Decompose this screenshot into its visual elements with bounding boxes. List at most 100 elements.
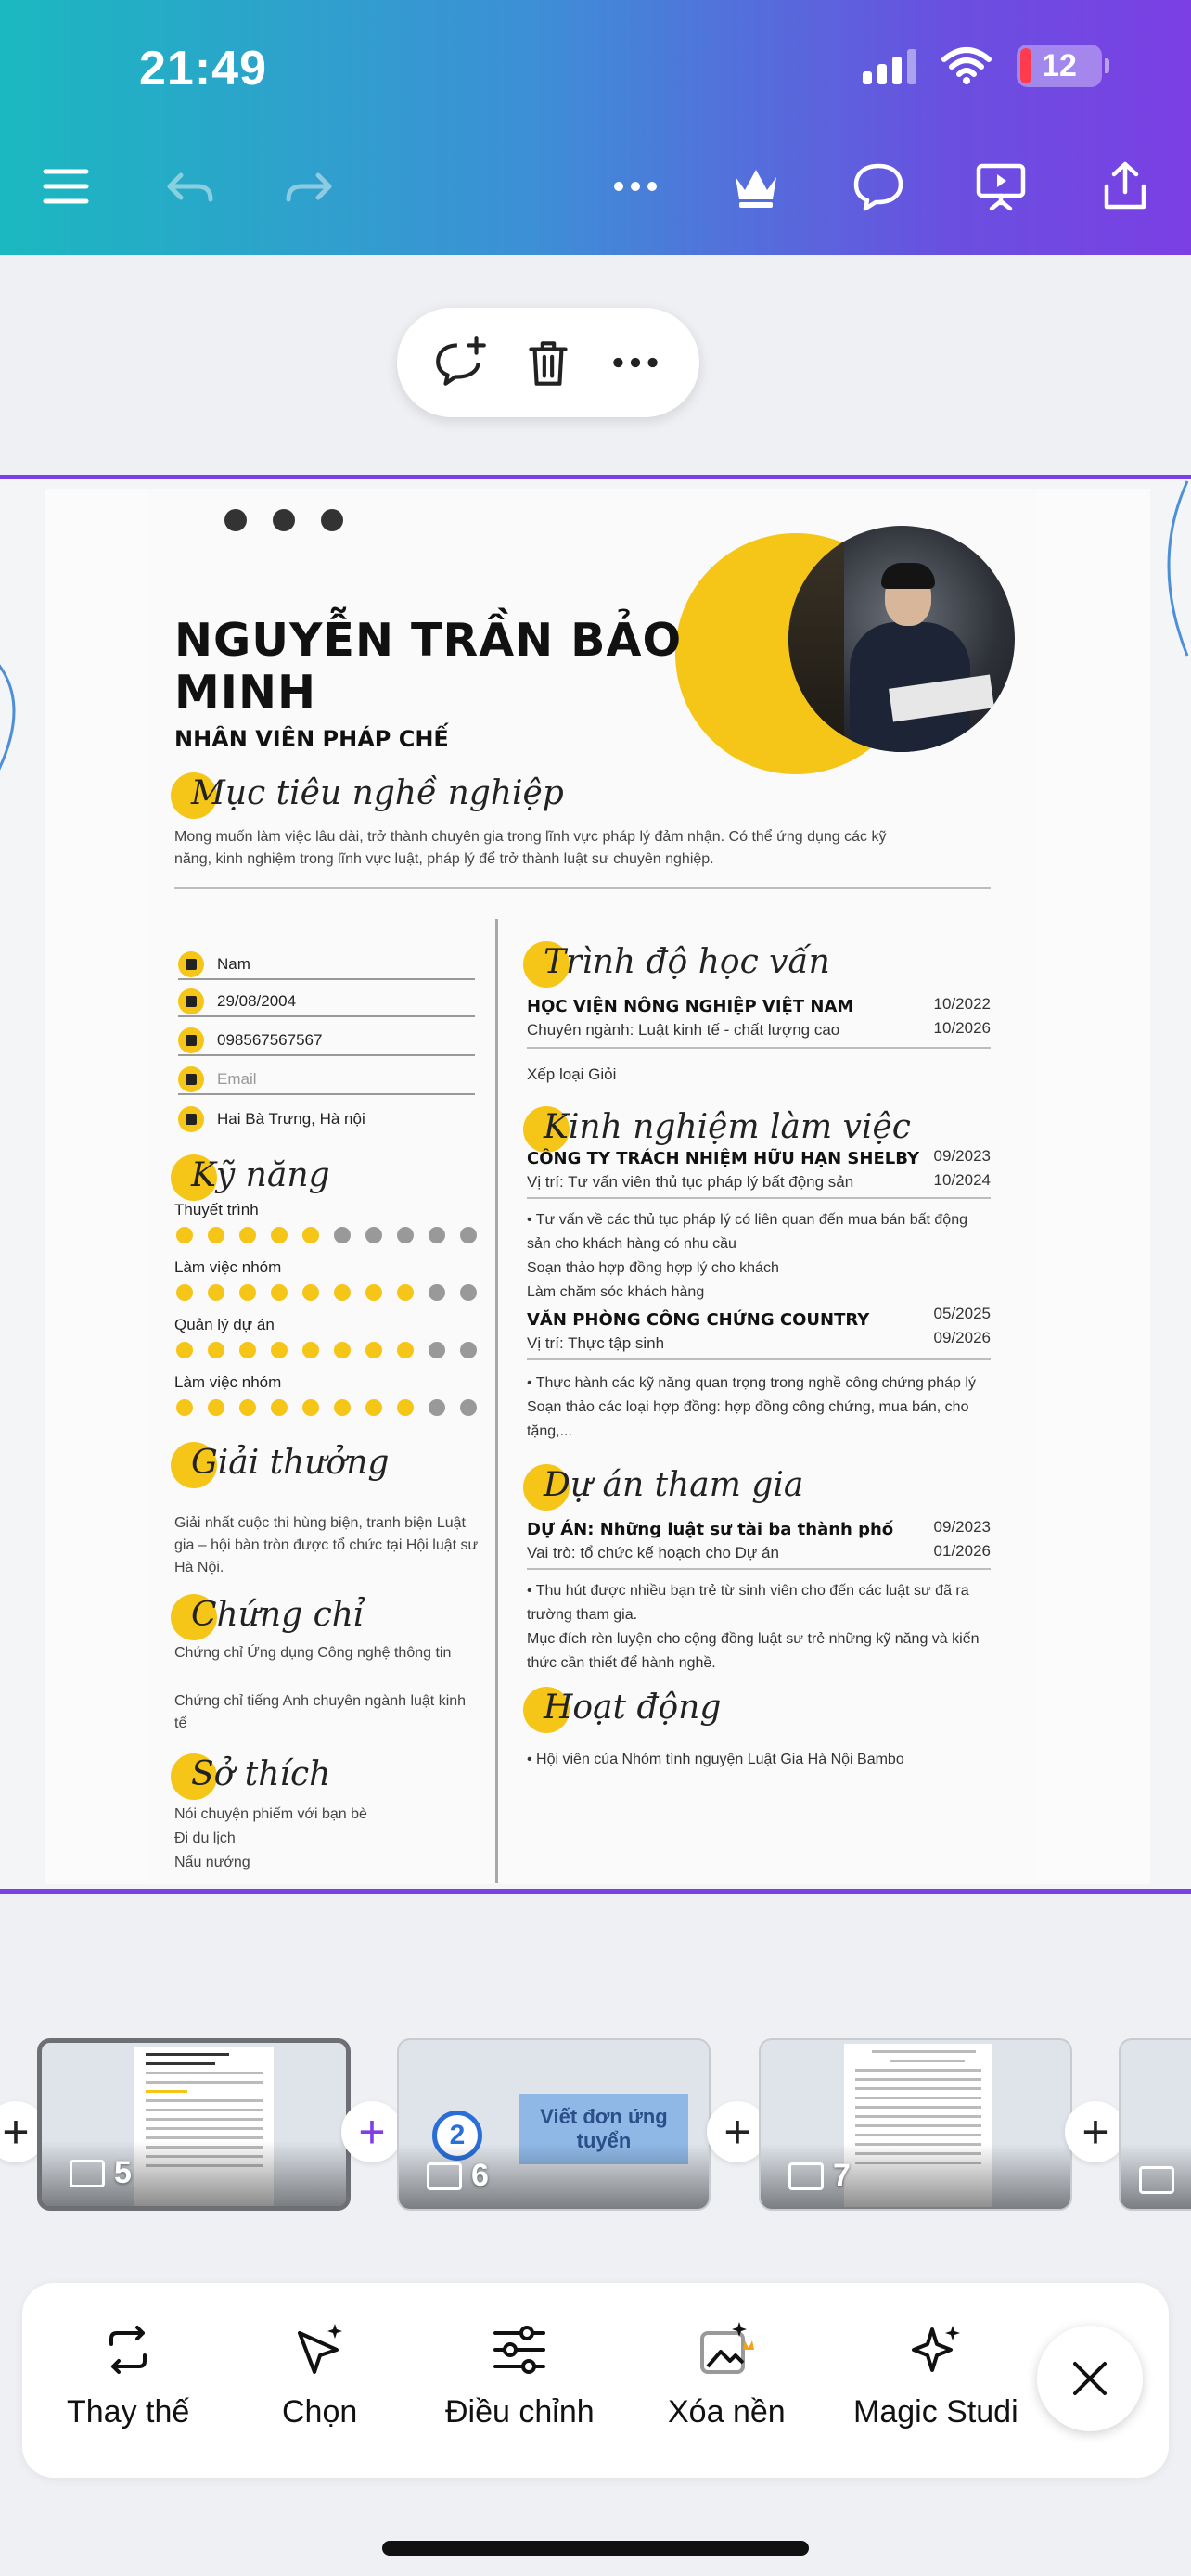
skill-dot: [397, 1342, 414, 1358]
skill-dot: [176, 1227, 193, 1243]
info-dob: 29/08/2004: [178, 988, 475, 1017]
skill-dot: [239, 1284, 256, 1301]
slide-icon: [70, 2159, 105, 2187]
skill-dot: [429, 1284, 445, 1301]
skill-dot: [365, 1342, 382, 1358]
crown-icon[interactable]: [725, 156, 787, 217]
design-page-selected[interactable]: NGUYỄN TRẦN BẢO MINH NHÂN VIÊN PHÁP CHẾ …: [0, 475, 1191, 1894]
page-thumbnails: + 5 + 2 Viết đơn ứng tuyển 6 + 7 +: [0, 2027, 1191, 2222]
skill-label: Làm việc nhóm: [174, 1373, 282, 1391]
skill-dot: [334, 1342, 351, 1358]
mail-icon: [178, 1066, 204, 1092]
experience-details: • Tư vấn về các thủ tục pháp lý có liên …: [527, 1212, 967, 1300]
skill-rating: [176, 1284, 477, 1301]
page-thumbnail-6[interactable]: 2 Viết đơn ứng tuyển 6: [397, 2038, 711, 2211]
add-page-button[interactable]: +: [341, 2101, 403, 2162]
page-number: 7: [833, 2158, 851, 2193]
skill-dot: [271, 1227, 288, 1243]
skill-dot: [429, 1227, 445, 1243]
education-grade: Xếp loại Giỏi: [527, 1065, 617, 1083]
objective-text: Mong muốn làm việc lâu dài, trở thành ch…: [174, 829, 887, 867]
profile-photo[interactable]: [788, 526, 1015, 752]
cv-document[interactable]: NGUYỄN TRẦN BẢO MINH NHÂN VIÊN PHÁP CHẾ …: [45, 489, 1150, 1884]
info-address: Hai Bà Trưng, Hà nội: [178, 1104, 475, 1134]
section-title-skills: Kỹ năng: [171, 1154, 330, 1201]
status-icons: 12: [863, 45, 1109, 87]
more-icon[interactable]: [605, 156, 666, 217]
skill-rating: [176, 1342, 477, 1358]
adjust-tool[interactable]: Điều chỉnh: [445, 2320, 595, 2430]
hobby-item: Đi du lịch: [174, 1830, 236, 1846]
comment-icon[interactable]: [848, 156, 909, 217]
page-number: 5: [114, 2155, 132, 2190]
add-comment-icon[interactable]: [429, 330, 493, 395]
skill-dot: [271, 1284, 288, 1301]
skill-dot: [460, 1227, 477, 1243]
section-title-objective: Mục tiêu nghề nghiệp: [171, 772, 564, 819]
skill-dot: [429, 1399, 445, 1416]
skill-dot: [302, 1227, 319, 1243]
experience-details: • Thực hành các kỹ năng quan trọng trong…: [527, 1375, 976, 1439]
add-page-button[interactable]: +: [1065, 2101, 1126, 2162]
skill-dot: [239, 1399, 256, 1416]
experience-date-to: 10/2024: [933, 1171, 991, 1189]
divider: [527, 1358, 991, 1360]
skill-dot: [429, 1342, 445, 1358]
share-icon[interactable]: [1095, 156, 1156, 217]
skill-dot: [208, 1342, 224, 1358]
certificate-item: Chứng chỉ tiếng Anh chuyên ngành luật ki…: [174, 1693, 467, 1731]
select-tool[interactable]: Chọn: [282, 2320, 357, 2430]
experience-date-from: 09/2023: [933, 1147, 991, 1165]
section-title-awards: Giải thưởng: [171, 1442, 389, 1488]
skill-dot: [239, 1342, 256, 1358]
page-thumbnail-7[interactable]: 7: [759, 2038, 1072, 2211]
image-tools-panel: Thay thế Chọn Điều chỉnh Xóa nền Magic S…: [22, 2283, 1169, 2478]
activities-text: • Hội viên của Nhóm tình nguyện Luật Gia…: [527, 1752, 904, 1767]
redo-icon[interactable]: [278, 156, 339, 217]
replace-tool[interactable]: Thay thế: [67, 2320, 189, 2430]
section-title-experience: Kinh nghiệm làm việc: [523, 1106, 911, 1153]
project-role: Vai trò: tổ chức kế hoạch cho Dự án: [527, 1544, 779, 1562]
skill-dot: [365, 1227, 382, 1243]
close-panel-button[interactable]: [1037, 2326, 1143, 2431]
page-number: 6: [471, 2158, 489, 2193]
menu-icon[interactable]: [35, 156, 96, 217]
undo-icon[interactable]: [160, 156, 221, 217]
location-icon: [178, 1106, 204, 1132]
skill-dot: [271, 1342, 288, 1358]
page-thumbnail-8[interactable]: [1119, 2038, 1191, 2211]
skill-dot: [397, 1399, 414, 1416]
info-gender: Nam: [178, 950, 475, 980]
experience-position: Vị trí: Thực tập sinh: [527, 1334, 665, 1352]
present-icon[interactable]: [970, 156, 1031, 217]
calendar-icon: [178, 988, 204, 1014]
remove-background-tool[interactable]: Xóa nền: [668, 2320, 786, 2430]
delete-icon[interactable]: [516, 330, 581, 395]
skill-dot: [460, 1342, 477, 1358]
skill-rating: [176, 1227, 477, 1243]
sparkles-icon: [911, 2326, 960, 2372]
sliders-icon: [493, 2326, 546, 2374]
skill-dot: [239, 1227, 256, 1243]
wifi-icon: [941, 47, 992, 84]
skill-dot: [208, 1284, 224, 1301]
page-thumbnail-5[interactable]: 5: [37, 2038, 351, 2211]
info-phone: 098567567567: [178, 1027, 475, 1056]
column-divider: [495, 919, 498, 1883]
skill-dot: [302, 1284, 319, 1301]
cv-content: NGUYỄN TRẦN BẢO MINH NHÂN VIÊN PHÁP CHẾ …: [147, 489, 1037, 1884]
section-title-certificates: Chứng chỉ: [171, 1594, 364, 1640]
education-school: HỌC VIỆN NÔNG NGHIỆP VIỆT NAM: [527, 997, 854, 1016]
top-toolbar: 21:49 12: [0, 0, 1191, 255]
slide-icon: [1139, 2166, 1174, 2194]
magic-studio-tool[interactable]: Magic Studi: [853, 2320, 1018, 2430]
decorative-swirl-icon: [1167, 480, 1189, 657]
battery-level: 12: [1042, 47, 1077, 83]
slide-icon: [427, 2162, 462, 2190]
more-options-icon[interactable]: [603, 330, 668, 395]
project-name: DỰ ÁN: Những luật sư tài ba thành phố: [527, 1520, 894, 1539]
status-time: 21:49: [139, 42, 267, 96]
skill-dot: [460, 1399, 477, 1416]
education-date-to: 10/2026: [933, 1019, 991, 1037]
decorative-dots: [224, 509, 343, 531]
